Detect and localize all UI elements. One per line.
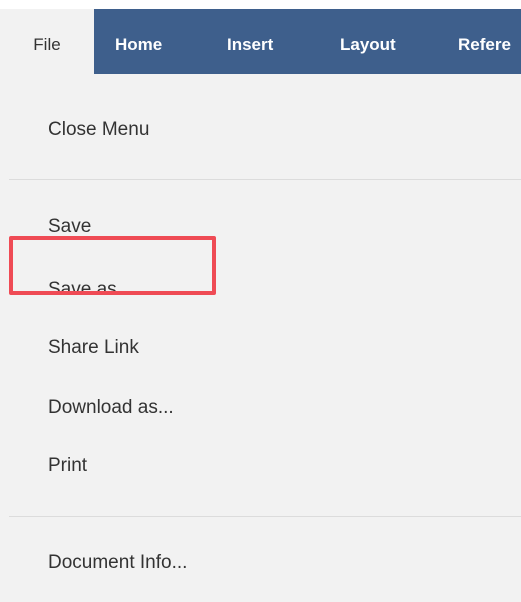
tab-file[interactable]: File xyxy=(0,9,94,74)
menu-item-print[interactable]: Print xyxy=(48,454,87,478)
file-menu-panel: Close Menu Save Save as... Share Link Do… xyxy=(0,74,521,602)
menu-item-document-info[interactable]: Document Info... xyxy=(48,551,187,575)
ribbon-tab-bar: File Home Insert Layout Refere xyxy=(0,9,521,74)
tab-home[interactable]: Home xyxy=(115,9,162,74)
window-top-strip xyxy=(0,0,521,9)
tab-insert[interactable]: Insert xyxy=(227,9,273,74)
tab-references[interactable]: Refere xyxy=(458,9,511,74)
menu-item-share-link[interactable]: Share Link xyxy=(48,336,139,360)
menu-item-close-menu[interactable]: Close Menu xyxy=(48,118,149,142)
menu-divider xyxy=(9,516,521,517)
menu-divider xyxy=(9,179,521,180)
menu-item-download-as[interactable]: Download as... xyxy=(48,396,174,420)
share-link-highlight-box xyxy=(9,236,216,295)
tab-layout[interactable]: Layout xyxy=(340,9,396,74)
